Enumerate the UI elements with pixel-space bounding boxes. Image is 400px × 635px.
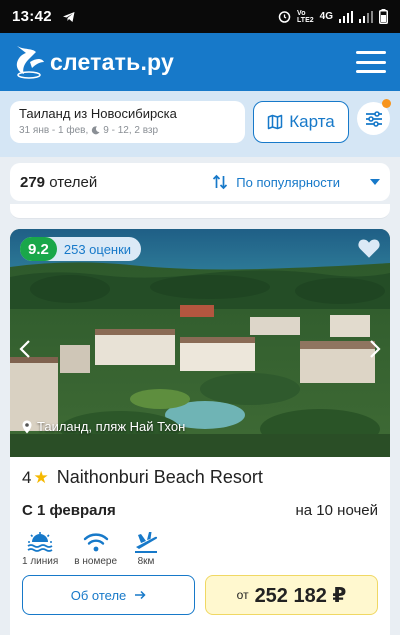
map-button[interactable]: Карта <box>253 101 349 143</box>
search-nights: 9 - 12, 2 взр <box>103 125 159 136</box>
sort-icon <box>213 174 228 190</box>
filter-active-badge <box>382 99 391 108</box>
beach-icon <box>27 532 53 552</box>
volte-label: Vo LTE2 <box>297 9 314 24</box>
hotel-count-label: отелей <box>49 173 98 191</box>
hotel-name: Naithonburi Beach Resort <box>56 467 263 487</box>
photo-prev-arrow-icon[interactable] <box>17 339 33 359</box>
amenities: 1 линия в номере 8км <box>22 531 378 567</box>
rating-score: 9.2 <box>20 237 57 261</box>
logo-text: слетать.ру <box>50 48 174 75</box>
location-text: Таиланд, пляж Най Тхон <box>37 419 186 434</box>
sort-label: По популярности <box>236 174 340 190</box>
menu-icon <box>356 51 386 54</box>
wifi-icon <box>83 533 108 552</box>
search-title: Таиланд из Новосибирска <box>19 106 177 121</box>
map-icon <box>268 114 283 130</box>
airport-icon <box>135 532 158 553</box>
search-details: 31 янв - 1 фев, 9 - 12, 2 взр <box>19 125 236 136</box>
filter-button[interactable] <box>357 99 391 135</box>
hotel-card-body: 4 ★ Naithonburi Beach Resort С 1 февраля… <box>10 457 390 615</box>
signal-2-icon <box>359 10 373 23</box>
amenity-airport: 8км <box>133 531 159 567</box>
price-from-label: от <box>236 588 249 602</box>
hotel-photo[interactable]: 9.2 253 оценки Таиланд, пляж Най Тхон <box>10 229 390 457</box>
map-button-label: Карта <box>289 112 335 131</box>
favorite-heart-icon[interactable] <box>358 238 380 258</box>
results-bar: 279 отелей По популярности <box>10 163 390 201</box>
results-count: 279 отелей <box>20 174 97 191</box>
rating-reviews: 253 оценки <box>63 241 132 257</box>
hotel-count: 279 <box>20 173 46 191</box>
chevron-down-icon <box>370 179 380 185</box>
logo-plane-icon <box>16 46 44 79</box>
moon-icon <box>92 126 100 135</box>
hotel-title[interactable]: 4 ★ Naithonburi Beach Resort <box>22 467 378 488</box>
amenity-label: 8км <box>137 556 155 567</box>
price-amount: 252 182 ₽ <box>254 584 347 607</box>
photo-next-arrow-icon[interactable] <box>367 339 383 359</box>
amenity-beach-line: 1 линия <box>22 531 58 567</box>
price-button[interactable]: от 252 182 ₽ <box>205 575 378 615</box>
about-hotel-button[interactable]: Об отеле <box>22 575 195 615</box>
hotel-card[interactable]: 9.2 253 оценки Таиланд, пляж Най Тхон 4 … <box>10 229 390 635</box>
amenity-label: 1 линия <box>22 556 59 567</box>
card-actions: Об отеле от 252 182 ₽ <box>22 575 378 615</box>
arrow-right-icon <box>135 590 146 600</box>
status-icons: Vo LTE2 4G <box>278 9 388 24</box>
status-bar: 13:42 Vo LTE2 4G <box>0 0 400 33</box>
app-header: слетать.ру <box>0 33 400 91</box>
menu-button[interactable] <box>356 51 386 73</box>
hotel-location: Таиланд, пляж Най Тхон <box>22 419 185 434</box>
battery-icon <box>379 9 388 24</box>
location-pin-icon <box>22 420 32 433</box>
network-type: 4G <box>319 11 333 22</box>
star-icon: ★ <box>33 467 49 487</box>
amenity-wifi: в номере <box>74 531 117 567</box>
amenity-label: в номере <box>74 556 118 567</box>
hotel-stars: 4 <box>22 467 32 487</box>
logo[interactable]: слетать.ру <box>14 44 174 80</box>
rating-badge[interactable]: 9.2 253 оценки <box>20 237 142 261</box>
signal-icon <box>339 10 353 23</box>
previous-card-edge <box>10 204 390 219</box>
filter-icon <box>365 110 382 127</box>
tour-nights: на 10 ночей <box>295 502 378 519</box>
tour-dates: С 1 февраля на 10 ночей <box>22 502 378 519</box>
sort-dropdown[interactable]: По популярности <box>212 174 380 190</box>
status-time: 13:42 <box>12 8 52 25</box>
alarm-icon <box>278 11 291 23</box>
search-summary[interactable]: Таиланд из Новосибирска 31 янв - 1 фев, … <box>10 101 245 143</box>
search-dates: 31 янв - 1 фев, <box>19 125 89 136</box>
about-hotel-label: Об отеле <box>70 587 127 603</box>
search-area: Таиланд из Новосибирска 31 янв - 1 фев, … <box>0 91 400 157</box>
telegram-icon <box>62 11 75 22</box>
tour-start-date: С 1 февраля <box>22 502 116 519</box>
